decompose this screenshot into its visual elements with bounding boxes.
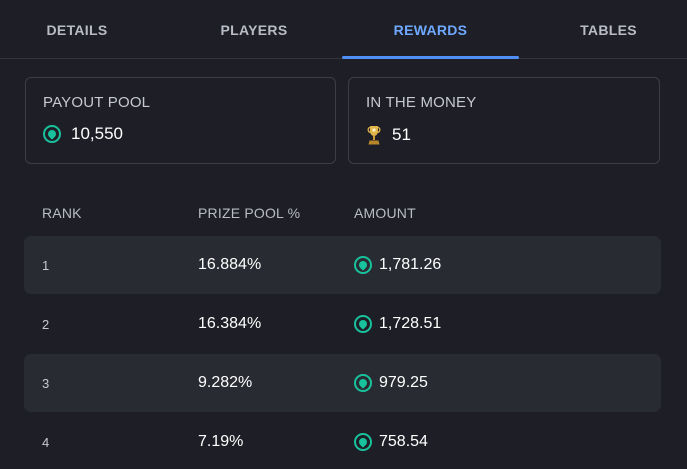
amount-value: 979.25 (379, 374, 428, 391)
amount-cell: 1,781.26 (354, 236, 441, 294)
rewards-panel: DETAILS PLAYERS REWARDS TABLES PAYOUT PO… (0, 0, 687, 469)
in-the-money-value-row: 51 (366, 124, 411, 146)
tab-details[interactable]: DETAILS (0, 0, 154, 59)
amount-cell: 1,728.51 (354, 295, 441, 353)
rank-cell: 1 (42, 257, 50, 273)
prize-pct-cell: 9.282% (198, 374, 253, 391)
trophy-icon (367, 126, 381, 145)
in-the-money-label: IN THE MONEY (366, 94, 477, 111)
amount-value: 1,728.51 (379, 315, 442, 332)
prize-pct-cell: 16.384% (198, 315, 262, 332)
tab-players[interactable]: PLAYERS (166, 0, 342, 59)
coin-icon (354, 433, 372, 451)
rank-cell: 4 (42, 434, 50, 450)
active-tab-indicator (342, 56, 519, 59)
column-header-prize-pool-pct: PRIZE POOL % (198, 205, 301, 221)
amount-value: 758.54 (379, 433, 428, 450)
table-row: 4 7.19% 758.54 (24, 413, 661, 469)
tab-bar: DETAILS PLAYERS REWARDS TABLES (0, 0, 687, 59)
table-row: 3 9.282% 979.25 (24, 354, 661, 412)
prize-pct-cell: 16.884% (198, 256, 262, 273)
coin-icon (354, 256, 372, 274)
amount-cell: 979.25 (354, 354, 428, 412)
coin-icon (354, 315, 372, 333)
payout-pool-card: PAYOUT POOL 10,550 (25, 77, 336, 164)
table-row: 2 16.384% 1,728.51 (24, 295, 661, 353)
in-the-money-card: IN THE MONEY 51 (348, 77, 660, 164)
tab-rewards[interactable]: REWARDS (342, 0, 519, 59)
column-header-amount: AMOUNT (354, 205, 416, 221)
coin-icon (43, 125, 61, 143)
tab-tables[interactable]: TABLES (530, 0, 687, 59)
rank-cell: 2 (42, 316, 50, 332)
prize-pct-cell: 7.19% (198, 433, 244, 450)
payout-pool-value: 10,550 (71, 124, 123, 143)
payout-pool-value-row: 10,550 (43, 124, 123, 144)
in-the-money-value: 51 (392, 125, 411, 144)
amount-cell: 758.54 (354, 413, 428, 469)
rank-cell: 3 (42, 375, 50, 391)
table-row: 1 16.884% 1,781.26 (24, 236, 661, 294)
amount-value: 1,781.26 (379, 256, 442, 273)
payout-pool-label: PAYOUT POOL (43, 94, 151, 111)
coin-icon (354, 374, 372, 392)
column-header-rank: RANK (42, 205, 82, 221)
